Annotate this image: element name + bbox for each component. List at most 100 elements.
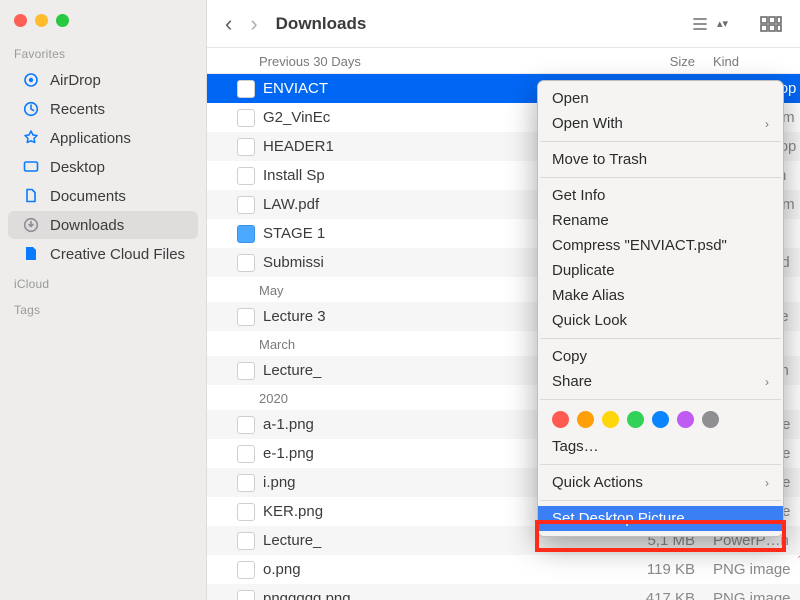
sidebar-section-favorites: Favorites	[0, 39, 206, 65]
sidebar-item-label: Documents	[50, 188, 126, 205]
file-name: i.png	[263, 474, 296, 491]
sidebar-section-tags: Tags	[0, 295, 206, 321]
menu-rename[interactable]: Rename	[538, 208, 783, 233]
pdf-icon	[237, 109, 255, 127]
file-name: Lecture_	[263, 532, 321, 549]
close-window-button[interactable]	[14, 14, 27, 27]
ppt-icon	[237, 532, 255, 550]
menu-set-desktop-picture[interactable]: Set Desktop Picture	[538, 506, 783, 531]
downloads-icon	[22, 216, 40, 234]
file-name: a-1.png	[263, 416, 314, 433]
menu-duplicate[interactable]: Duplicate	[538, 258, 783, 283]
menu-separator	[540, 141, 781, 142]
sidebar-item-desktop[interactable]: Desktop	[8, 153, 198, 181]
sidebar-item-label: Recents	[50, 101, 105, 118]
menu-separator	[540, 464, 781, 465]
file-name: e-1.png	[263, 445, 314, 462]
maximize-window-button[interactable]	[56, 14, 69, 27]
menu-separator	[540, 500, 781, 501]
sidebar-item-label: Applications	[50, 130, 131, 147]
window-title: Downloads	[276, 14, 673, 34]
app-icon	[237, 167, 255, 185]
menu-quick-look[interactable]: Quick Look	[538, 308, 783, 333]
menu-move-to-trash[interactable]: Move to Trash	[538, 147, 783, 172]
menu-open[interactable]: Open	[538, 86, 783, 111]
file-name: Install Sp	[263, 167, 325, 184]
nav-arrows: ‹ ›	[225, 11, 258, 37]
tag-gray[interactable]	[702, 411, 719, 428]
sidebar-item-downloads[interactable]: Downloads	[8, 211, 198, 239]
zip-icon	[237, 308, 255, 326]
png-icon	[237, 590, 255, 600]
tag-green[interactable]	[627, 411, 644, 428]
doc-icon	[237, 254, 255, 272]
psd-icon	[237, 138, 255, 156]
menu-quick-actions[interactable]: Quick Actions›	[538, 470, 783, 495]
file-name: LAW.pdf	[263, 196, 319, 213]
menu-compress[interactable]: Compress "ENVIACT.psd"	[538, 233, 783, 258]
documents-icon	[22, 187, 40, 205]
view-list-button[interactable]: ▴▾	[691, 16, 728, 32]
menu-separator	[540, 177, 781, 178]
file-kind: PNG image	[695, 561, 800, 578]
tag-yellow[interactable]	[602, 411, 619, 428]
sidebar-item-creative-cloud[interactable]: Creative Cloud Files	[8, 240, 198, 268]
context-menu: Open Open With› Move to Trash Get Info R…	[537, 80, 784, 537]
clock-icon	[22, 100, 40, 118]
chevron-right-icon: ›	[765, 375, 769, 389]
file-name: ENVIACT	[263, 80, 328, 97]
png-icon	[237, 416, 255, 434]
menu-make-alias[interactable]: Make Alias	[538, 283, 783, 308]
file-size: 119 KB	[587, 561, 695, 578]
window-controls	[0, 8, 206, 39]
menu-share[interactable]: Share›	[538, 369, 783, 394]
menu-separator	[540, 338, 781, 339]
tag-blue[interactable]	[652, 411, 669, 428]
menu-tag-colors	[538, 405, 783, 434]
png-icon	[237, 503, 255, 521]
file-icon	[22, 245, 40, 263]
png-icon	[237, 561, 255, 579]
file-name: o.png	[263, 561, 301, 578]
column-size[interactable]: Size	[587, 54, 695, 69]
file-size: 417 KB	[587, 590, 695, 600]
main-area: ‹ › Downloads ▴▾ Previous 30 Days Size K…	[207, 0, 800, 600]
menu-separator	[540, 399, 781, 400]
menu-copy[interactable]: Copy	[538, 344, 783, 369]
file-name: KER.png	[263, 503, 323, 520]
file-name: Lecture 3	[263, 308, 326, 325]
file-row[interactable]: o.png 119 KBPNG image	[207, 555, 800, 584]
png-icon	[237, 445, 255, 463]
back-button[interactable]: ‹	[225, 11, 232, 37]
file-name: G2_VinEc	[263, 109, 330, 126]
sidebar-item-documents[interactable]: Documents	[8, 182, 198, 210]
tag-orange[interactable]	[577, 411, 594, 428]
sidebar-item-airdrop[interactable]: AirDrop	[8, 66, 198, 94]
ppt-icon	[237, 362, 255, 380]
column-kind[interactable]: Kind	[695, 54, 800, 69]
sidebar-item-label: AirDrop	[50, 72, 101, 89]
menu-tags[interactable]: Tags…	[538, 434, 783, 459]
sidebar: Favorites AirDrop Recents Applications D…	[0, 0, 207, 600]
minimize-window-button[interactable]	[35, 14, 48, 27]
sidebar-item-recents[interactable]: Recents	[8, 95, 198, 123]
sidebar-item-label: Downloads	[50, 217, 124, 234]
file-name: Submissi	[263, 254, 324, 271]
menu-open-with[interactable]: Open With›	[538, 111, 783, 136]
finder-window: Favorites AirDrop Recents Applications D…	[0, 0, 800, 600]
file-name: STAGE 1	[263, 225, 325, 242]
column-headers: Previous 30 Days Size Kind	[207, 48, 800, 74]
file-row[interactable]: pnggggg.png417 KBPNG image	[207, 584, 800, 600]
apps-icon	[22, 129, 40, 147]
tag-red[interactable]	[552, 411, 569, 428]
file-name: Lecture_	[263, 362, 321, 379]
tag-purple[interactable]	[677, 411, 694, 428]
view-grid-button[interactable]	[760, 16, 782, 32]
group-header[interactable]: Previous 30 Days	[207, 54, 587, 69]
sidebar-item-applications[interactable]: Applications	[8, 124, 198, 152]
airdrop-icon	[22, 71, 40, 89]
psd-icon	[237, 80, 255, 98]
menu-get-info[interactable]: Get Info	[538, 183, 783, 208]
forward-button[interactable]: ›	[250, 11, 257, 37]
chevron-right-icon: ›	[765, 476, 769, 490]
